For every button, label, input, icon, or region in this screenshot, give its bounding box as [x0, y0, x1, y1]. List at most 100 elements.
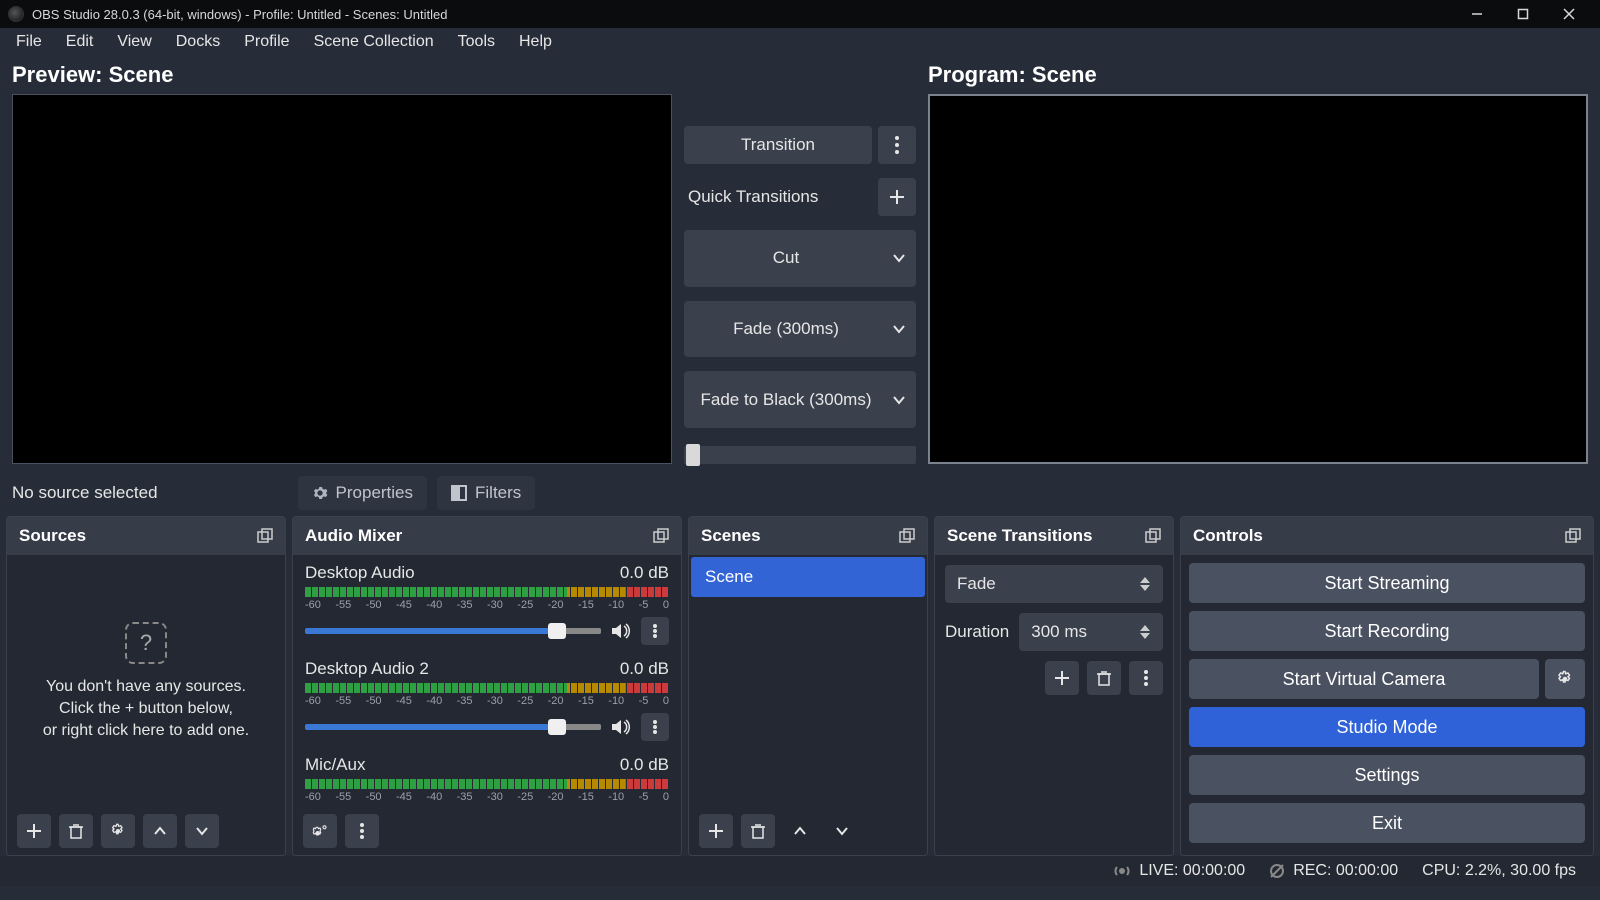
preview-title: Preview: Scene: [12, 62, 672, 88]
virtual-camera-settings-button[interactable]: [1545, 659, 1585, 699]
mixer-channel: Desktop Audio 2 0.0 dB -60-55-50-45-40-35…: [293, 651, 681, 747]
mixer-channel: Desktop Audio 0.0 dB -60-55-50-45-40-35-3…: [293, 555, 681, 651]
channel-name: Desktop Audio: [305, 563, 415, 583]
duration-label: Duration: [945, 622, 1009, 642]
volume-slider[interactable]: [305, 628, 601, 634]
audio-meter: [305, 587, 669, 597]
volume-slider[interactable]: [305, 724, 601, 730]
source-move-down-button[interactable]: [185, 814, 219, 848]
transitions-title: Scene Transitions: [947, 526, 1093, 546]
statusbar: LIVE: 00:00:00 REC: 00:00:00 CPU: 2.2%, …: [0, 856, 1600, 886]
transition-menu-button[interactable]: [878, 126, 916, 164]
start-virtual-camera-button[interactable]: Start Virtual Camera: [1189, 659, 1539, 699]
remove-scene-button[interactable]: [741, 814, 775, 848]
select-spinner-icon: [1139, 569, 1157, 599]
popout-icon[interactable]: [1565, 528, 1581, 544]
studio-mode-button[interactable]: Studio Mode: [1189, 707, 1585, 747]
meter-ticks: -60-55-50-45-40-35-30-25-20-15-10-50: [305, 599, 669, 611]
menu-edit[interactable]: Edit: [54, 29, 106, 55]
menu-docks[interactable]: Docks: [164, 29, 232, 55]
maximize-button[interactable]: [1500, 0, 1546, 28]
source-properties-button[interactable]: [101, 814, 135, 848]
mixer-title: Audio Mixer: [305, 526, 402, 546]
menu-file[interactable]: File: [4, 29, 54, 55]
quick-transition-fade[interactable]: Fade (300ms): [684, 301, 916, 358]
mixer-menu-button[interactable]: [345, 814, 379, 848]
scene-filter-button[interactable]: [783, 814, 817, 848]
properties-button[interactable]: Properties: [298, 476, 427, 510]
channel-level: 0.0 dB: [620, 659, 669, 679]
window-title: OBS Studio 28.0.3 (64-bit, windows) - Pr…: [32, 7, 447, 22]
exit-button[interactable]: Exit: [1189, 803, 1585, 843]
channel-level: 0.0 dB: [620, 563, 669, 583]
obs-app-icon: [8, 6, 24, 22]
chevron-down-icon: [892, 393, 906, 407]
add-quick-transition-button[interactable]: [878, 178, 916, 216]
audio-meter: [305, 779, 669, 789]
audio-meter: [305, 683, 669, 693]
quick-transition-cut[interactable]: Cut: [684, 230, 916, 287]
scene-move-down-button[interactable]: [825, 814, 859, 848]
sources-dock: Sources ? You don't have any sources. Cl…: [6, 516, 286, 856]
source-move-up-button[interactable]: [143, 814, 177, 848]
add-source-button[interactable]: [17, 814, 51, 848]
channel-menu-button[interactable]: [641, 713, 669, 741]
channel-menu-button[interactable]: [641, 617, 669, 645]
menu-help[interactable]: Help: [507, 29, 564, 55]
question-icon: ?: [125, 622, 167, 664]
gear-icon: [312, 485, 328, 501]
menu-view[interactable]: View: [105, 29, 163, 55]
properties-label: Properties: [336, 483, 413, 503]
menu-scene-collection[interactable]: Scene Collection: [302, 29, 446, 55]
program-canvas[interactable]: [928, 94, 1588, 464]
remove-source-button[interactable]: [59, 814, 93, 848]
close-button[interactable]: [1546, 0, 1592, 28]
titlebar: OBS Studio 28.0.3 (64-bit, windows) - Pr…: [0, 0, 1600, 28]
menu-tools[interactable]: Tools: [446, 29, 507, 55]
transition-selected: Fade: [957, 574, 996, 594]
add-scene-button[interactable]: [699, 814, 733, 848]
remove-transition-button[interactable]: [1087, 661, 1121, 695]
meter-ticks: -60-55-50-45-40-35-30-25-20-15-10-50: [305, 695, 669, 707]
transition-button[interactable]: Transition: [684, 126, 872, 164]
settings-button[interactable]: Settings: [1189, 755, 1585, 795]
quick-transition-fade-black[interactable]: Fade to Black (300ms): [684, 371, 916, 428]
duration-input[interactable]: 300 ms: [1019, 613, 1163, 651]
no-source-label: No source selected: [12, 483, 158, 503]
duration-value: 300 ms: [1031, 622, 1087, 642]
start-streaming-button[interactable]: Start Streaming: [1189, 563, 1585, 603]
controls-dock: Controls Start Streaming Start Recording…: [1180, 516, 1594, 856]
mixer-advanced-button[interactable]: [303, 814, 337, 848]
scenes-dock: Scenes Scene: [688, 516, 928, 856]
broadcast-icon: [1113, 862, 1131, 880]
speaker-icon[interactable]: [611, 718, 631, 736]
program-title: Program: Scene: [928, 62, 1588, 88]
transition-select[interactable]: Fade: [945, 565, 1163, 603]
channel-name: Desktop Audio 2: [305, 659, 429, 679]
chevron-down-icon: [892, 251, 906, 265]
status-cpu: CPU: 2.2%, 30.00 fps: [1422, 862, 1576, 880]
popout-icon[interactable]: [653, 528, 669, 544]
menu-profile[interactable]: Profile: [232, 29, 301, 55]
sources-title: Sources: [19, 526, 86, 546]
status-rec: REC: 00:00:00: [1269, 862, 1398, 880]
start-recording-button[interactable]: Start Recording: [1189, 611, 1585, 651]
popout-icon[interactable]: [899, 528, 915, 544]
add-transition-button[interactable]: [1045, 661, 1079, 695]
quick-transitions-label: Quick Transitions: [684, 178, 872, 216]
sources-empty-2: Click the + button below,: [59, 700, 233, 718]
tbar-slider[interactable]: [684, 446, 916, 464]
minimize-button[interactable]: [1454, 0, 1500, 28]
speaker-icon[interactable]: [611, 622, 631, 640]
preview-canvas[interactable]: [12, 94, 672, 464]
popout-icon[interactable]: [257, 528, 273, 544]
status-live: LIVE: 00:00:00: [1113, 862, 1245, 880]
filters-icon: [451, 485, 467, 501]
scenes-title: Scenes: [701, 526, 761, 546]
transition-properties-button[interactable]: [1129, 661, 1163, 695]
filters-button[interactable]: Filters: [437, 476, 535, 510]
controls-title: Controls: [1193, 526, 1263, 546]
chevron-down-icon: [892, 322, 906, 336]
scene-item[interactable]: Scene: [691, 557, 925, 597]
popout-icon[interactable]: [1145, 528, 1161, 544]
